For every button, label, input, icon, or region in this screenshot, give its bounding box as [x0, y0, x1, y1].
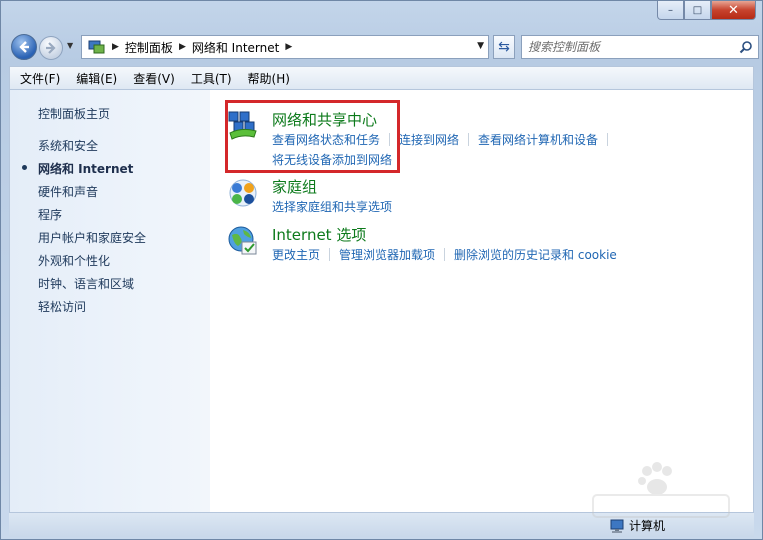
refresh-icon: ⇆: [498, 39, 510, 55]
menu-file[interactable]: 文件(F): [12, 70, 68, 87]
homegroup-links: 选择家庭组和共享选项: [272, 198, 392, 215]
sidebar-item-network-internet[interactable]: 网络和 Internet: [38, 160, 133, 177]
highlight-box: [225, 100, 400, 173]
homegroup-icon[interactable]: [226, 176, 260, 210]
breadcrumb-control-panel[interactable]: 控制面板: [125, 39, 173, 56]
category-homegroup: 家庭组 选择家庭组和共享选项: [226, 176, 746, 216]
maximize-button[interactable]: □: [684, 1, 711, 20]
search-box[interactable]: [521, 35, 759, 59]
menu-bar: 文件(F) 编辑(E) 查看(V) 工具(T) 帮助(H): [9, 66, 754, 90]
refresh-button[interactable]: ⇆: [493, 35, 515, 59]
search-input[interactable]: [522, 36, 732, 58]
sidebar-item-appearance[interactable]: 外观和个性化: [38, 252, 110, 269]
sidebar: 控制面板主页 系统和安全 网络和 Internet 硬件和声音 程序 用户帐户和…: [10, 90, 210, 512]
menu-view[interactable]: 查看(V): [125, 70, 183, 87]
delete-browsing-history-link[interactable]: 删除浏览的历史记录和 cookie: [454, 246, 617, 263]
sidebar-item-ease-of-access[interactable]: 轻松访问: [38, 298, 86, 315]
control-panel-icon: [88, 40, 105, 54]
close-button[interactable]: ✕: [711, 1, 756, 20]
change-home-page-link[interactable]: 更改主页: [272, 246, 320, 263]
internet-options-title[interactable]: Internet 选项: [272, 224, 366, 245]
chevron-right-icon[interactable]: ▶: [179, 42, 186, 52]
address-dropdown-icon[interactable]: ▼: [477, 41, 484, 51]
watermark-logo: [592, 462, 730, 518]
sidebar-item-programs[interactable]: 程序: [38, 206, 62, 223]
current-page-bullet: [22, 165, 27, 170]
sidebar-item-clock-language[interactable]: 时钟、语言和区域: [38, 275, 134, 292]
menu-tools[interactable]: 工具(T): [183, 70, 240, 87]
search-icon[interactable]: [739, 40, 753, 54]
control-panel-window: – □ ✕ ▼ ▶ 控制面板 ▶ 网络和 Internet ▶ ▼ ⇆ 搜索控制…: [0, 0, 763, 540]
menu-help[interactable]: 帮助(H): [240, 70, 298, 87]
main-panel: 网络和共享中心 查看网络状态和任务 连接到网络 查看网络计算机和设备 将无线设备…: [210, 90, 753, 512]
back-button[interactable]: [11, 34, 37, 60]
sidebar-item-hardware-sound[interactable]: 硬件和声音: [38, 183, 98, 200]
link-divider: [329, 248, 331, 261]
caption-buttons: – □ ✕: [657, 1, 756, 20]
chevron-right-icon[interactable]: ▶: [112, 42, 119, 52]
sidebar-item-home[interactable]: 控制面板主页: [38, 105, 110, 122]
content-area: 控制面板主页 系统和安全 网络和 Internet 硬件和声音 程序 用户帐户和…: [9, 90, 754, 513]
manage-addons-link[interactable]: 管理浏览器加载项: [339, 246, 435, 263]
link-divider: [607, 133, 609, 146]
forward-button[interactable]: [39, 36, 63, 60]
menu-edit[interactable]: 编辑(E): [68, 70, 125, 87]
sidebar-item-user-accounts[interactable]: 用户帐户和家庭安全: [38, 229, 146, 246]
link-divider: [468, 133, 470, 146]
category-internet-options: Internet 选项 更改主页 管理浏览器加载项 删除浏览的历史记录和 coo…: [226, 224, 746, 264]
homegroup-title[interactable]: 家庭组: [272, 176, 317, 197]
sidebar-item-system-security[interactable]: 系统和安全: [38, 137, 98, 154]
internet-options-icon[interactable]: [226, 224, 260, 258]
connect-to-network-link[interactable]: 连接到网络: [399, 131, 459, 148]
minimize-button[interactable]: –: [657, 1, 684, 20]
navigation-bar: ▼ ▶ 控制面板 ▶ 网络和 Internet ▶ ▼ ⇆: [9, 31, 759, 61]
recent-pages-dropdown[interactable]: ▼: [67, 41, 73, 50]
chevron-right-icon[interactable]: ▶: [285, 42, 292, 52]
view-network-computers-link[interactable]: 查看网络计算机和设备: [478, 131, 598, 148]
arrow-left-icon: [19, 41, 29, 53]
address-bar[interactable]: ▶ 控制面板 ▶ 网络和 Internet ▶ ▼: [81, 35, 489, 59]
link-divider: [444, 248, 446, 261]
internet-options-links: 更改主页 管理浏览器加载项 删除浏览的历史记录和 cookie: [272, 246, 617, 263]
homegroup-sharing-options-link[interactable]: 选择家庭组和共享选项: [272, 198, 392, 215]
breadcrumb-network-internet[interactable]: 网络和 Internet: [192, 39, 279, 56]
arrow-right-icon: [46, 42, 56, 54]
